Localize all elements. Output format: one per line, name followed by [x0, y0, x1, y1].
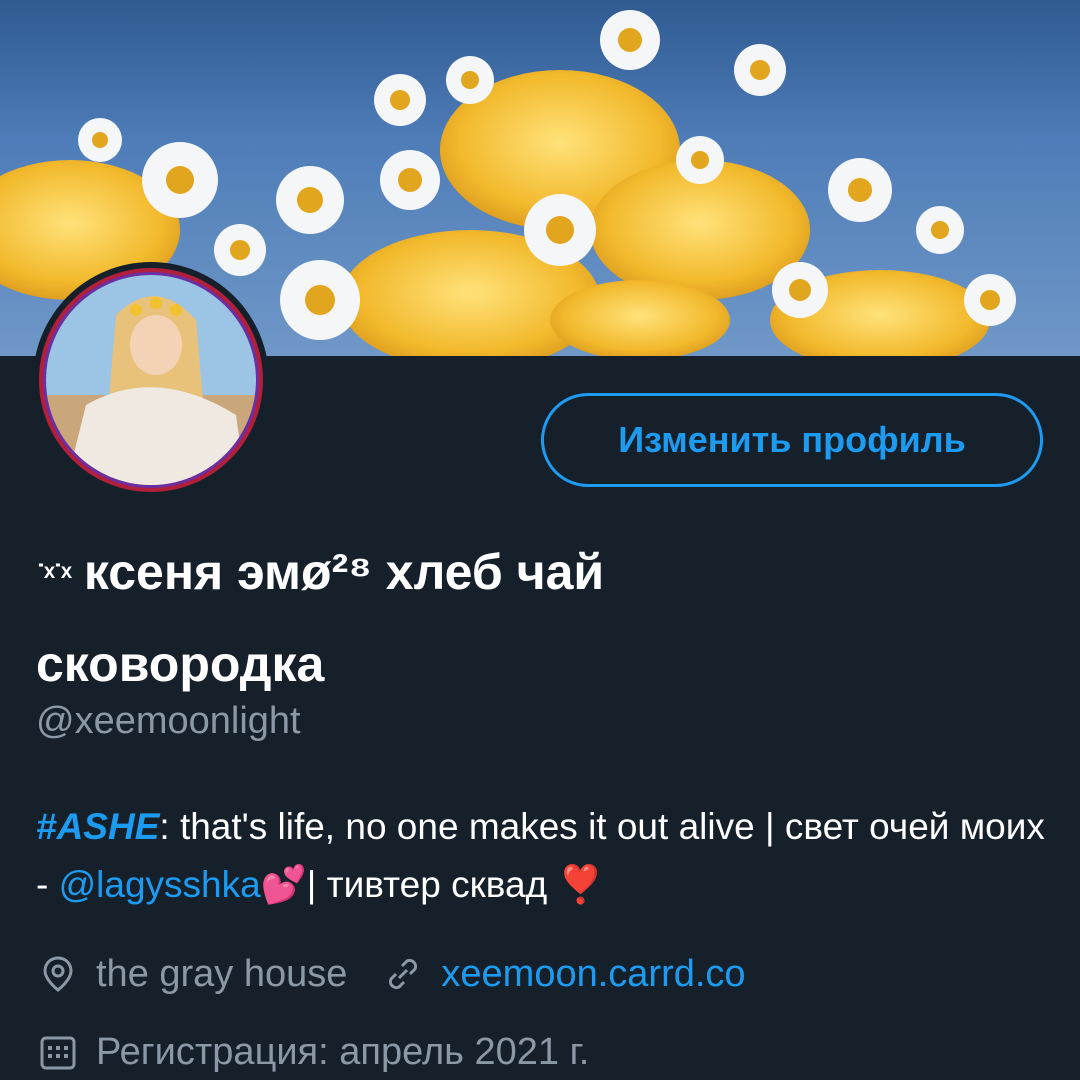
bio-hashtag-link[interactable]: #ASHE: [36, 806, 159, 847]
location-text: the gray house: [96, 952, 348, 995]
display-name-kaomoji: ˙ˣ˙ˣ: [36, 558, 72, 592]
profile-bio: #ASHE: that's life, no one makes it out …: [36, 798, 1046, 914]
username: @xeemoonlight: [36, 700, 301, 742]
display-name-line2: сковородка: [36, 635, 325, 692]
bio-text-2: | тивтер сквад: [306, 864, 558, 905]
calendar-icon: [36, 1030, 80, 1074]
joined-date: Регистрация: апрель 2021 г.: [96, 1030, 590, 1073]
display-name-line1: ксеня эмø²⁸ хлеб чай: [83, 544, 605, 600]
bio-mention-link[interactable]: @lagysshka: [59, 864, 261, 905]
profile-avatar[interactable]: [33, 262, 269, 498]
joined-row: Регистрация: апрель 2021 г.: [36, 1030, 589, 1074]
link-icon: [381, 952, 425, 996]
display-name: ˙ˣ˙ˣ ксеня эмø²⁸ хлеб чай сковородка: [36, 528, 1036, 708]
heart-exclamation-emoji: ❣️: [557, 864, 604, 905]
location-pin-icon: [36, 952, 80, 996]
avatar-ring: [39, 268, 263, 492]
hearts-emoji: 💕: [260, 864, 307, 905]
edit-profile-button[interactable]: Изменить профиль: [541, 393, 1043, 487]
website-link[interactable]: xeemoon.carrd.co: [441, 953, 745, 996]
profile-meta-row: the gray house xeemoon.carrd.co: [36, 952, 746, 996]
